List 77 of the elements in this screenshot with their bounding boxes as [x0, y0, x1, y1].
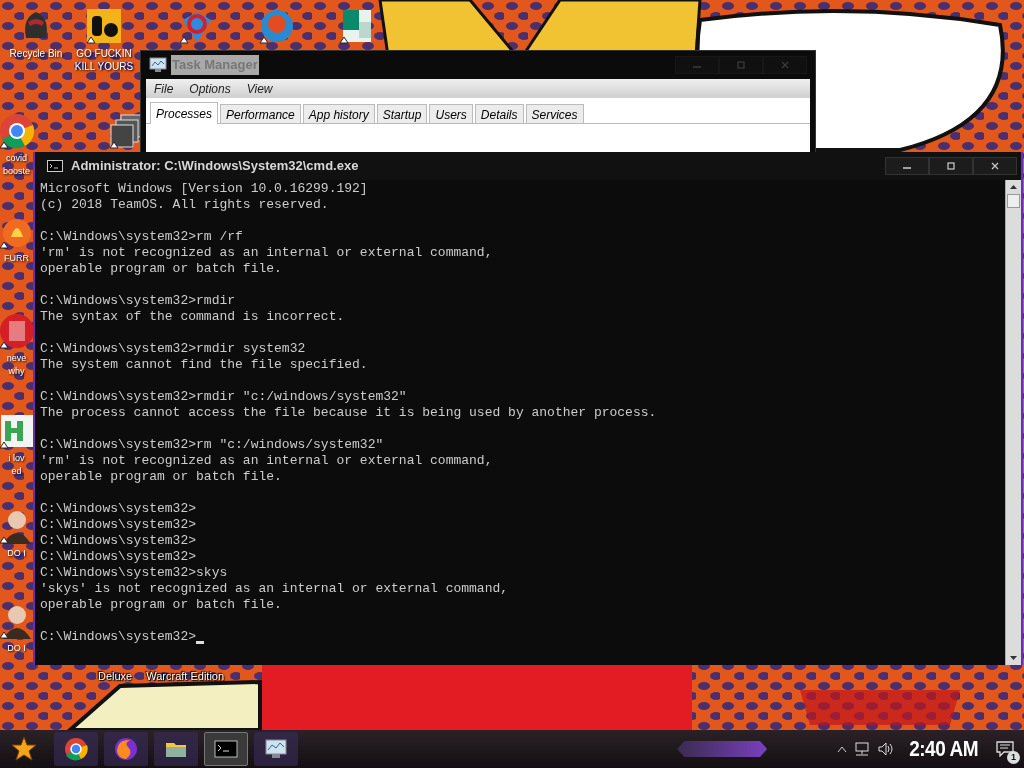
console-line: The process cannot access the file because it is being used by another process. — [40, 405, 657, 421]
tab[interactable]: App history — [302, 104, 375, 123]
taskbar-app-button[interactable] — [254, 732, 298, 766]
console-line: The syntax of the command is incorrect. — [40, 309, 345, 325]
shortcut-arrow-icon — [0, 141, 9, 149]
monitor-icon — [264, 737, 288, 761]
monitor-icon — [149, 57, 167, 73]
shortcut-arrow-icon — [259, 36, 269, 44]
speaker-icon[interactable] — [877, 741, 896, 757]
taskbar-app-button[interactable] — [154, 732, 198, 766]
scrollbar[interactable] — [1005, 180, 1021, 665]
maximize-icon — [737, 61, 745, 69]
shortcut-arrow-icon — [179, 36, 189, 44]
notification-badge: 1 — [1007, 751, 1020, 764]
console-line: The system cannot find the file specified. — [40, 357, 368, 373]
shortcut-arrow-icon — [0, 441, 9, 449]
menu-item[interactable]: File — [154, 79, 174, 98]
close-icon — [781, 61, 789, 69]
icon-label[interactable]: DO I — [7, 547, 26, 560]
tab[interactable]: Processes — [150, 102, 219, 124]
scroll-thumb[interactable] — [1007, 194, 1020, 208]
firefox-icon — [114, 737, 138, 761]
tab[interactable]: Details — [474, 104, 524, 123]
icon-label[interactable]: DO I — [7, 642, 26, 655]
maximize-button[interactable] — [929, 157, 973, 175]
icon-label[interactable]: neve why — [6, 352, 27, 378]
network-icon[interactable] — [853, 741, 872, 757]
console-line: 'rm' is not recognized as an internal or external command, — [40, 245, 493, 261]
console-line: C:\Windows\system32>rmdir system32 — [40, 341, 306, 357]
tab[interactable]: Performance — [220, 104, 301, 123]
icon-label[interactable]: FURR — [4, 252, 29, 265]
console-line: C:\Windows\system32> — [40, 549, 197, 565]
shortcut-arrow-icon — [339, 36, 349, 44]
shortcut-arrow-icon — [0, 241, 9, 249]
console-line: C:\Windows\system32>rmdir "c:/windows/system32" — [40, 389, 407, 405]
console-line: C:\Windows\system32>skys — [40, 565, 228, 581]
console-line: 'skys' is not recognized as an internal or external command, — [40, 581, 509, 597]
tab[interactable]: Startup — [376, 104, 428, 123]
console-line: (c) 2018 TeamOS. All rights reserved. — [40, 197, 329, 213]
tab[interactable]: Services — [525, 104, 584, 123]
console-line: C:\Windows\system32>rm "c:/windows/system32" — [40, 437, 384, 453]
shortcut-arrow-icon — [109, 141, 119, 149]
clock[interactable]: 2:40 AM — [909, 731, 978, 767]
chrome-icon — [0, 113, 35, 149]
console-line: C:\Windows\system32>rm /rf — [40, 229, 243, 245]
shortcut-arrow-icon — [0, 631, 9, 639]
console-line: operable program or batch file. — [40, 469, 282, 485]
console-line: C:\Windows\system32>rmdir — [40, 293, 236, 309]
close-button[interactable] — [973, 157, 1017, 175]
star-logo-icon — [11, 736, 37, 762]
console-icon — [47, 160, 63, 172]
console-line: C:\Windows\system32> — [40, 517, 197, 533]
close-icon — [991, 162, 999, 170]
maximize-icon — [947, 162, 955, 170]
shortcut-arrow-icon — [86, 36, 96, 44]
console-line: operable program or batch file. — [40, 261, 282, 277]
menu-item[interactable]: View — [246, 79, 273, 98]
notification-button[interactable]: 1 — [992, 736, 1018, 762]
taskbar-app-button[interactable] — [104, 732, 148, 766]
console-line: 'rm' is not recognized as an internal or external command, — [40, 453, 493, 469]
console-line: Microsoft Windows [Version 10.0.16299.192] — [40, 181, 368, 197]
chrome-icon — [64, 737, 88, 761]
icon-label[interactable]: Recycle Bin — [9, 47, 63, 60]
taskbar-app-button[interactable] — [54, 732, 98, 766]
menu-item[interactable]: Options — [189, 79, 231, 98]
console-line: C:\Windows\system32> — [40, 629, 197, 645]
console-line: C:\Windows\system32> — [40, 501, 197, 517]
window-title: Administrator: C:\Windows\System32\cmd.exe — [71, 157, 359, 176]
console-line: C:\Windows\system32> — [40, 533, 197, 549]
shortcut-arrow-icon — [0, 536, 9, 544]
tab[interactable]: Users — [429, 104, 473, 123]
taskbar-app-button[interactable] — [204, 732, 248, 766]
chevron-up-icon[interactable] — [837, 745, 848, 753]
console-icon — [214, 737, 238, 761]
console-line: operable program or batch file. — [40, 597, 282, 613]
icon-label[interactable]: covid booste — [3, 152, 30, 178]
shortcut-arrow-icon — [0, 341, 9, 349]
